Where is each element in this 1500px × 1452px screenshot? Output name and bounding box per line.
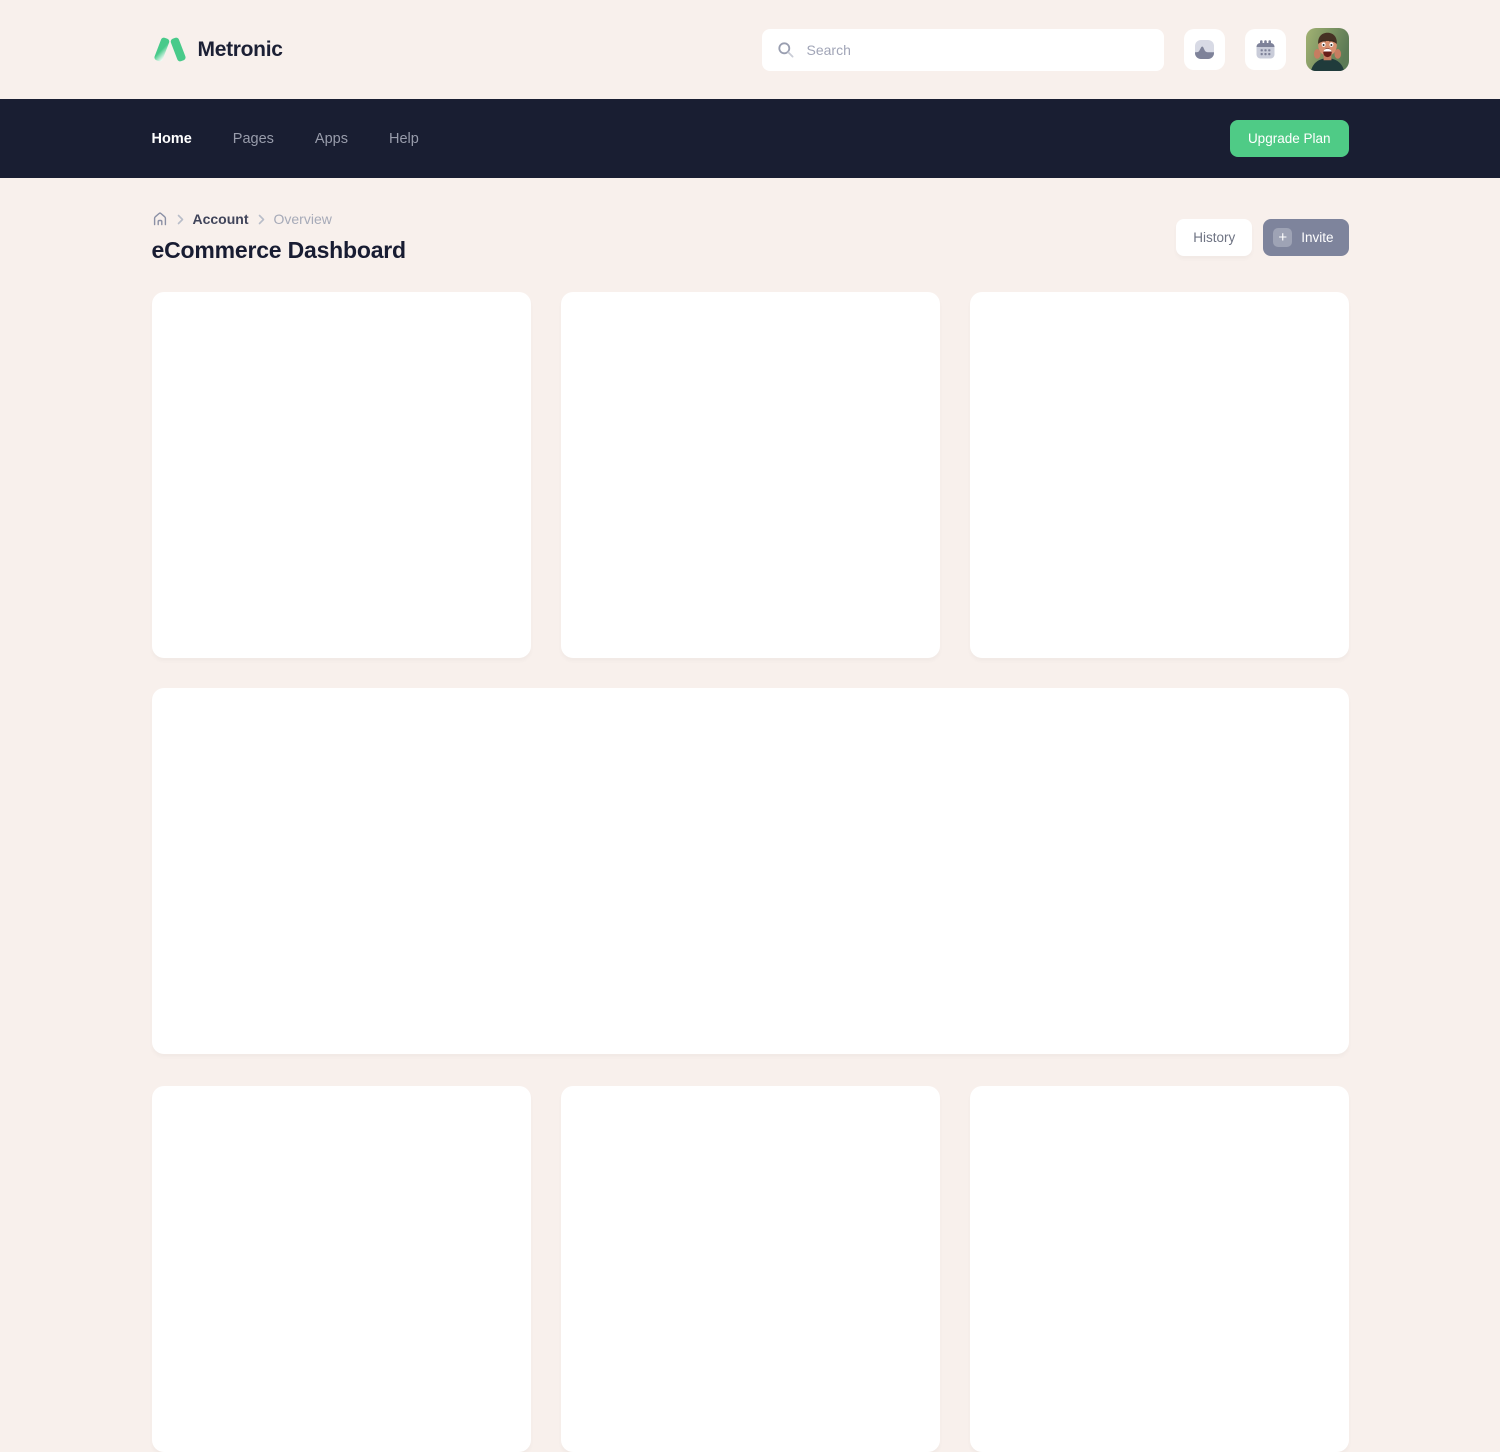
breadcrumb-account[interactable]: Account — [193, 211, 249, 227]
user-avatar-photo — [1306, 28, 1349, 71]
nav-links: Home Pages Apps Help — [152, 131, 419, 147]
chevron-right-icon — [177, 214, 184, 225]
breadcrumb: Account Overview — [152, 211, 406, 227]
app-header: Metronic — [0, 0, 1500, 99]
main-navbar: Home Pages Apps Help Upgrade Plan — [0, 99, 1500, 178]
card-placeholder-2 — [561, 292, 940, 658]
breadcrumb-overview: Overview — [274, 211, 332, 227]
activity-chart-button[interactable] — [1184, 29, 1225, 70]
upgrade-plan-button[interactable]: Upgrade Plan — [1230, 120, 1349, 157]
wide-card-placeholder — [152, 688, 1349, 1054]
invite-button[interactable]: + Invite — [1263, 219, 1348, 256]
page-actions: History + Invite — [1176, 219, 1348, 256]
plus-icon: + — [1273, 228, 1292, 247]
calendar-button[interactable] — [1245, 29, 1286, 70]
card-placeholder-6 — [970, 1086, 1349, 1452]
nav-item-home[interactable]: Home — [152, 131, 192, 147]
user-avatar[interactable] — [1306, 28, 1349, 71]
search-icon — [777, 41, 795, 59]
nav-item-apps[interactable]: Apps — [315, 131, 348, 147]
search-box[interactable] — [762, 29, 1164, 71]
card-placeholder-4 — [152, 1086, 531, 1452]
bottom-card-row — [152, 1086, 1349, 1452]
metronic-logo-icon — [152, 36, 188, 63]
chevron-right-icon — [258, 214, 265, 225]
activity-chart-icon — [1192, 37, 1217, 62]
search-input[interactable] — [805, 41, 1149, 59]
card-placeholder-1 — [152, 292, 531, 658]
history-button[interactable]: History — [1176, 219, 1252, 256]
logo-text: Metronic — [198, 38, 283, 62]
nav-item-help[interactable]: Help — [389, 131, 419, 147]
stats-card-row — [152, 292, 1349, 658]
nav-item-pages[interactable]: Pages — [233, 131, 274, 147]
main-content: Account Overview eCommerce Dashboard His… — [152, 211, 1349, 1452]
app-logo[interactable]: Metronic — [152, 36, 283, 63]
card-placeholder-5 — [561, 1086, 940, 1452]
calendar-icon — [1253, 37, 1278, 62]
home-icon[interactable] — [152, 211, 168, 227]
page-title: eCommerce Dashboard — [152, 237, 406, 264]
card-placeholder-3 — [970, 292, 1349, 658]
invite-button-label: Invite — [1301, 230, 1333, 245]
